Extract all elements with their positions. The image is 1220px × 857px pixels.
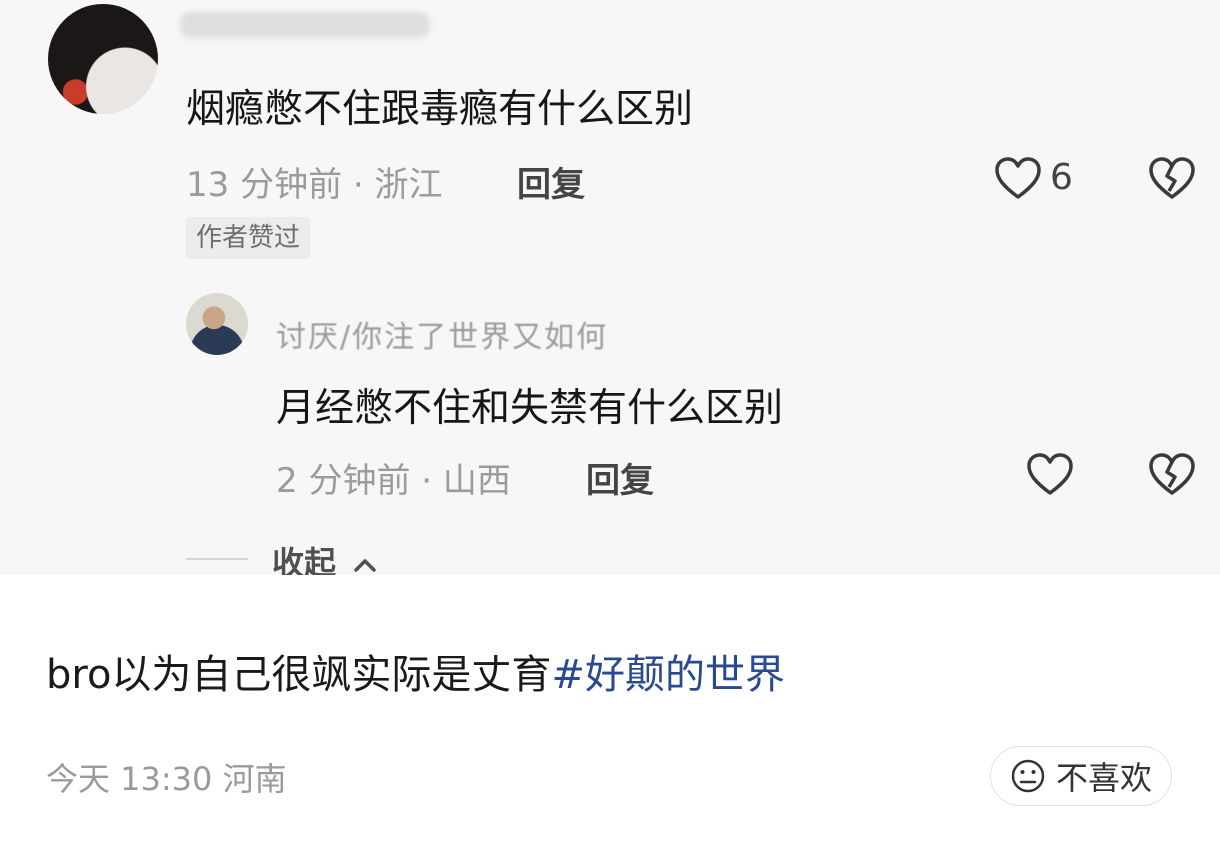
faded-username: 讨厌/你注了世界又如何 [276,320,609,355]
dislike-label: 不喜欢 [1055,759,1152,797]
reply-button: 回复 [517,165,585,205]
caption-text: bro以为自己很飒实际是丈育 [46,652,552,698]
comment-text: 烟瘾憋不住跟毒瘾有什么区别 [186,87,694,132]
comment-text: 月经憋不住和失禁有什么区别 [276,386,784,431]
collapse-divider [186,558,248,560]
blurred-username [180,12,430,38]
like-count: 6 [1050,157,1073,198]
post-page: 烟瘾憋不住跟毒瘾有什么区别 13 分钟前 · 浙江 回复 作者赞过 6 讨厌/你… [0,0,1220,857]
author-liked-badge: 作者赞过 [186,217,311,259]
post-timestamp: 今天 13:30 [46,760,213,798]
reply-button: 回复 [586,461,654,501]
post-location: 河南 [222,760,287,798]
dislike-button[interactable]: 不喜欢 [990,746,1172,806]
post-meta: 今天 13:30 河南 [46,754,287,800]
hashtag-link[interactable]: #好颠的世界 [551,652,785,698]
collapse-label: 收起 [272,544,337,575]
heart-icon [995,157,1041,199]
neutral-face-icon [1011,759,1045,793]
embedded-comment-screenshot: 烟瘾憋不住跟毒瘾有什么区别 13 分钟前 · 浙江 回复 作者赞过 6 讨厌/你… [0,0,1220,575]
comment-time-location: 13 分钟前 · 浙江 [186,165,443,205]
post-caption: bro以为自己很飒实际是丈育#好颠的世界 [46,642,785,700]
avatar [186,293,248,355]
chevron-up-icon [354,559,376,572]
comment-time-location: 2 分钟前 · 山西 [276,461,511,501]
broken-heart-icon [1149,453,1195,495]
heart-icon [1027,453,1073,495]
broken-heart-icon [1149,157,1195,199]
collapse-replies: 收起 [272,538,377,575]
avatar [48,4,158,114]
